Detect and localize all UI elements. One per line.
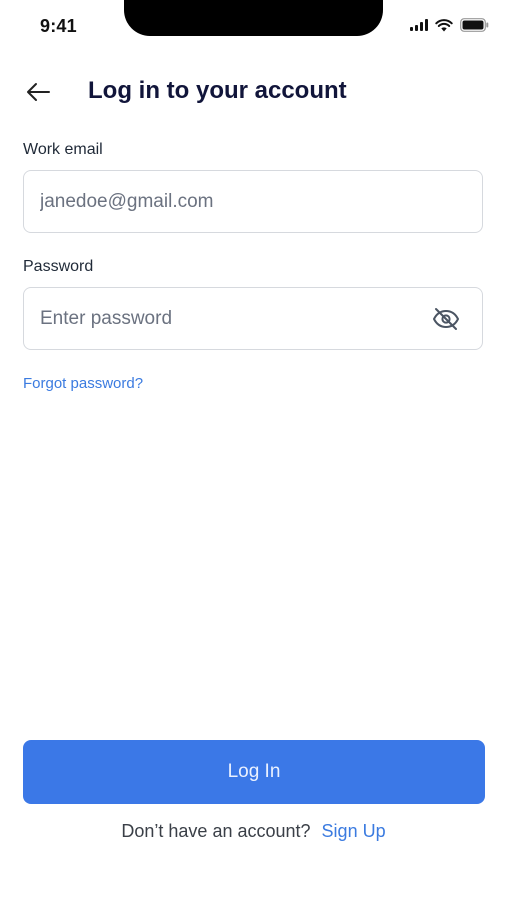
page-title: Log in to your account	[88, 77, 347, 104]
password-visibility-toggle[interactable]	[432, 306, 460, 332]
back-button[interactable]	[18, 76, 58, 108]
page-header: Log in to your account	[0, 70, 507, 114]
forgot-password-link[interactable]: Forgot password?	[23, 375, 143, 392]
signup-link[interactable]: Sign Up	[322, 821, 386, 841]
signal-icon	[410, 19, 428, 31]
battery-icon	[460, 18, 489, 32]
email-field-container	[23, 170, 483, 233]
status-icons	[410, 18, 489, 32]
password-field[interactable]	[24, 288, 482, 349]
arrow-left-icon	[27, 83, 50, 101]
signup-row: Don’t have an account? Sign Up	[0, 819, 507, 843]
signup-prompt: Don’t have an account?	[121, 821, 311, 841]
email-label: Work email	[23, 141, 103, 158]
eye-off-icon	[433, 308, 459, 330]
email-field[interactable]	[24, 171, 482, 232]
password-label: Password	[23, 258, 94, 275]
status-time: 9:41	[40, 16, 77, 36]
login-button[interactable]: Log In	[23, 740, 485, 804]
device-notch	[124, 0, 383, 36]
wifi-icon	[435, 18, 453, 31]
status-bar: 9:41	[0, 0, 507, 56]
password-field-container	[23, 287, 483, 350]
